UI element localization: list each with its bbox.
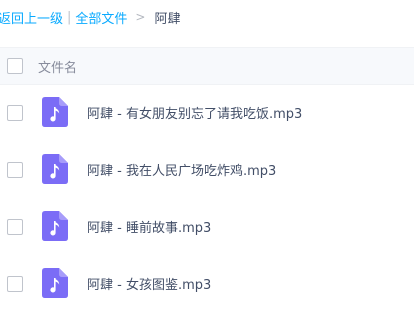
row-checkbox[interactable] [7,162,23,178]
file-name[interactable]: 阿肆 - 有女朋友别忘了请我吃饭.mp3 [87,103,302,122]
breadcrumb-arrow-icon: > [135,10,146,24]
column-header-filename[interactable]: 文件名 [38,57,77,76]
file-list-header: 文件名 [0,47,414,85]
file-row[interactable]: 阿肆 - 女孩图鉴.mp3 [0,255,414,312]
row-checkbox[interactable] [7,219,23,235]
row-checkbox[interactable] [7,105,23,121]
back-link[interactable]: 返回上一级 [0,8,63,27]
current-folder: 阿肆 [154,11,181,27]
all-files-link[interactable]: 全部文件 [75,8,127,27]
file-name[interactable]: 阿肆 - 女孩图鉴.mp3 [87,274,211,293]
breadcrumb-separator: | [67,9,72,25]
music-file-icon [42,154,68,184]
file-name[interactable]: 阿肆 - 我在人民广场吃炸鸡.mp3 [87,160,276,179]
file-row[interactable]: 阿肆 - 我在人民广场吃炸鸡.mp3 [0,141,414,198]
music-file-icon [42,211,68,241]
breadcrumb: 返回上一级 | 全部文件 > 阿肆 [0,7,181,27]
row-checkbox[interactable] [7,276,23,292]
file-row[interactable]: 阿肆 - 有女朋友别忘了请我吃饭.mp3 [0,84,414,141]
select-all-checkbox[interactable] [7,58,23,74]
music-file-icon [42,268,68,298]
file-name[interactable]: 阿肆 - 睡前故事.mp3 [87,217,211,236]
file-row[interactable]: 阿肆 - 睡前故事.mp3 [0,198,414,255]
music-file-icon [42,97,68,127]
